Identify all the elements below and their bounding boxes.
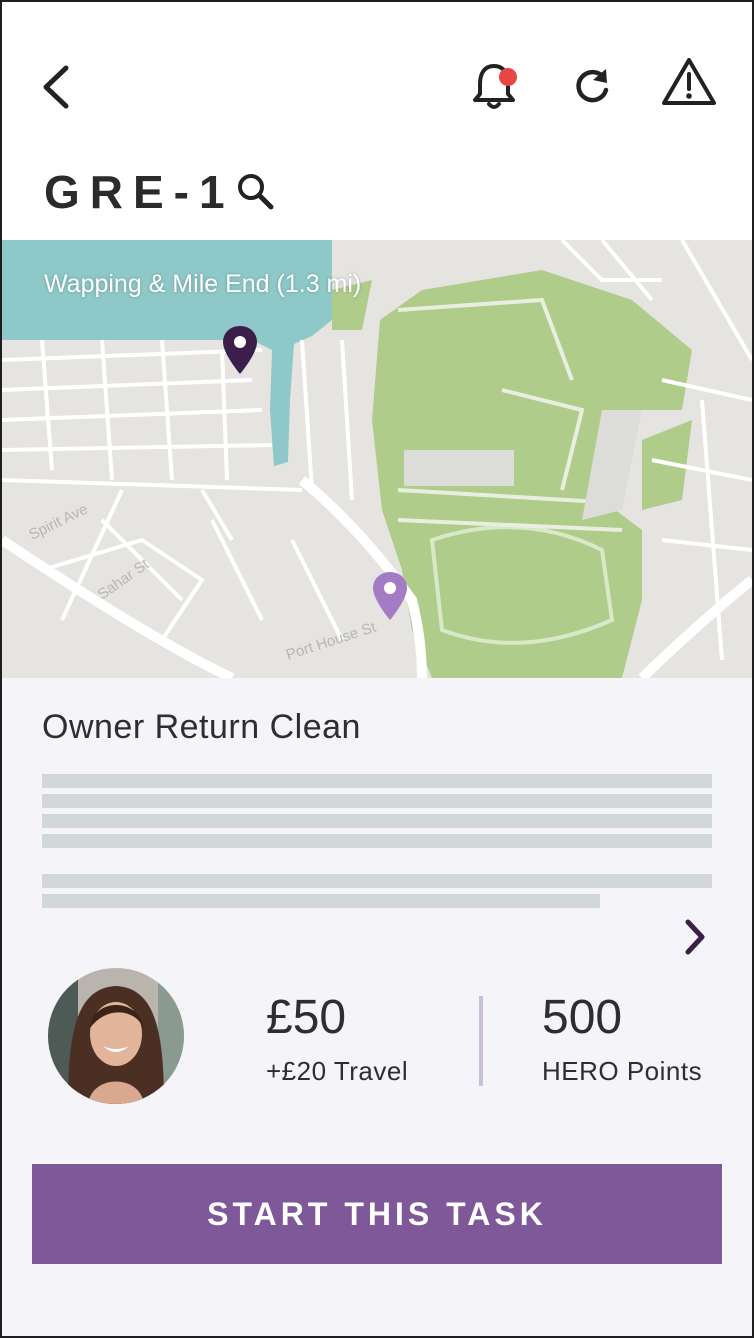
- warning-icon[interactable]: [660, 56, 718, 108]
- header: GRE-1: [2, 2, 752, 240]
- points-value: 500: [542, 991, 623, 1044]
- location-code: GRE-1: [44, 166, 235, 218]
- description-placeholder-line: [42, 814, 712, 828]
- destination-pin-icon[interactable]: [370, 570, 410, 622]
- description-placeholder-line: [42, 874, 712, 888]
- description-placeholder-line: [42, 894, 600, 908]
- task-details: Owner Return Clean £50 +£20 Travel 500 H…: [2, 678, 752, 1336]
- search-icon[interactable]: [234, 170, 278, 214]
- chevron-right-icon[interactable]: [680, 918, 710, 956]
- map-area-label: Wapping & Mile End (1.3 mi): [44, 270, 362, 298]
- description-placeholder-line: [42, 794, 712, 808]
- description-placeholder-line: [42, 834, 712, 848]
- task-title: Owner Return Clean: [42, 708, 361, 746]
- app-screen: GRE-1 Spirit Ave Sahar St Port House St …: [0, 0, 754, 1338]
- pay-amount: £50: [266, 991, 347, 1044]
- description-placeholder-line: [42, 774, 712, 788]
- map-view[interactable]: Spirit Ave Sahar St Port House St Wappin…: [2, 240, 752, 678]
- refresh-icon[interactable]: [568, 62, 616, 110]
- notification-dot: [499, 68, 517, 86]
- stats-divider: [479, 996, 483, 1086]
- start-task-button[interactable]: START THIS TASK: [32, 1164, 722, 1264]
- bell-icon[interactable]: [468, 58, 524, 114]
- location-pin-icon[interactable]: [220, 324, 260, 376]
- avatar[interactable]: [48, 968, 184, 1104]
- back-chevron-icon[interactable]: [34, 60, 82, 114]
- points-label: HERO Points: [542, 1056, 703, 1086]
- travel-bonus: +£20 Travel: [266, 1056, 409, 1086]
